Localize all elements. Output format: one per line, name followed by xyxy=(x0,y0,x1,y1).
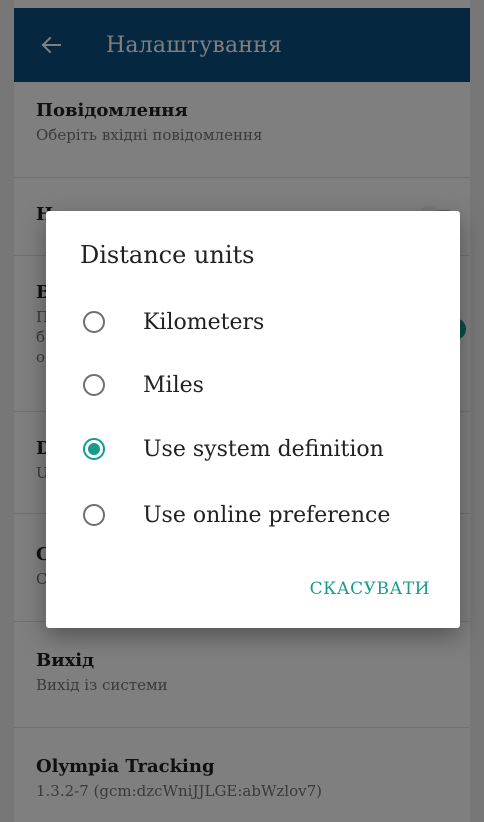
radio-checked-icon[interactable] xyxy=(83,438,105,460)
option-miles[interactable]: Miles xyxy=(46,357,460,413)
dialog-title: Distance units xyxy=(80,241,255,269)
option-kilometers[interactable]: Kilometers xyxy=(46,294,460,350)
radio-unchecked-icon[interactable] xyxy=(83,504,105,526)
option-label: Kilometers xyxy=(143,309,265,335)
radio-unchecked-icon[interactable] xyxy=(83,374,105,396)
option-label: Miles xyxy=(143,372,204,398)
option-use-system-definition[interactable]: Use system definition xyxy=(46,421,460,477)
option-use-online-preference[interactable]: Use online preference xyxy=(46,487,460,543)
cancel-button[interactable]: СКАСУВАТИ xyxy=(310,579,430,599)
distance-units-dialog: Distance units Kilometers Miles Use syst… xyxy=(46,211,460,628)
option-label: Use online preference xyxy=(143,502,391,528)
option-label: Use system definition xyxy=(143,436,384,462)
radio-unchecked-icon[interactable] xyxy=(83,311,105,333)
